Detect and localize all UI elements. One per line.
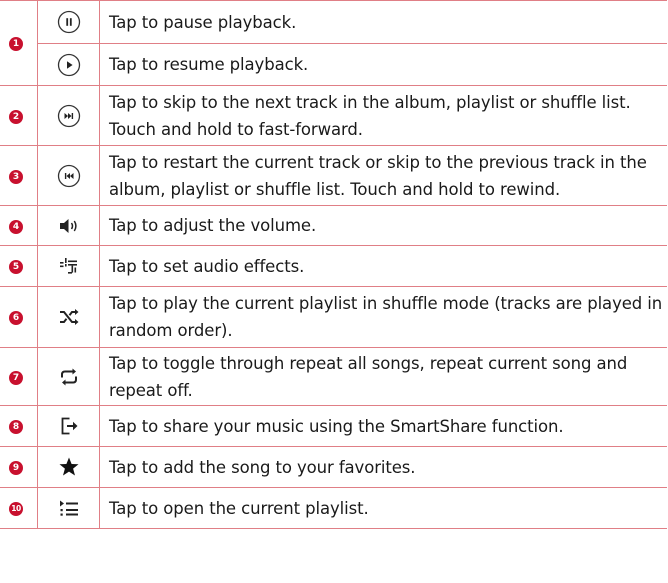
number-badge: 6 [9, 311, 23, 325]
row-number-cell: 8 [0, 405, 38, 447]
icon-cell [37, 145, 100, 206]
row-number-cell: 5 [0, 245, 38, 287]
description-cell: Tap to toggle through repeat all songs, … [99, 347, 667, 406]
description-cell: Tap to share your music using the SmartS… [99, 405, 667, 447]
row-number-cell: 1 [0, 0, 38, 86]
number-badge: 9 [9, 461, 23, 475]
number-badge: 4 [9, 219, 23, 234]
shuffle-icon [57, 305, 81, 329]
table-row: 10 Tap to open the current playlist. [0, 487, 667, 529]
table-row: Tap to resume playback. [0, 43, 667, 86]
icon-cell [37, 286, 100, 348]
number-badge: 7 [9, 370, 23, 385]
play-circle-icon [57, 53, 81, 77]
controls-table: 1 Tap to pause playback. Tap to resume p… [0, 0, 667, 529]
icon-cell [37, 446, 100, 488]
repeat-icon [57, 365, 81, 389]
table-row: 1 Tap to pause playback. [0, 0, 667, 86]
icon-cell [37, 487, 100, 529]
description-cell: Tap to add the song to your favorites. [99, 446, 667, 488]
number-badge: 2 [9, 109, 23, 124]
table-row: 7 Tap to toggle through repeat all songs… [0, 347, 667, 406]
skip-previous-circle-icon [57, 164, 81, 188]
playlist-icon [57, 496, 81, 520]
skip-next-circle-icon [57, 104, 81, 128]
row-number-cell: 3 [0, 145, 38, 206]
row-number-cell: 9 [0, 446, 38, 488]
star-icon [57, 455, 81, 479]
row-number-cell: 4 [0, 205, 38, 246]
icon-cell [37, 43, 100, 86]
row-number-cell: 2 [0, 85, 38, 146]
pause-circle-icon [57, 10, 81, 34]
description-cell: Tap to adjust the volume. [99, 205, 667, 246]
table-row: 9 Tap to add the song to your favorites. [0, 446, 667, 488]
row-number-cell: 6 [0, 286, 38, 348]
icon-cell [37, 245, 100, 287]
audio-effects-icon [57, 254, 81, 278]
description-cell: Tap to play the current playlist in shuf… [99, 286, 667, 348]
description-cell: Tap to resume playback. [99, 43, 667, 86]
description-cell: Tap to restart the current track or skip… [99, 145, 667, 206]
share-icon [57, 414, 81, 438]
icon-cell [37, 405, 100, 447]
table-row: 5 Tap to set audio effects. [0, 245, 667, 287]
number-badge: 10 [9, 502, 23, 516]
row-number-cell: 10 [0, 487, 38, 529]
volume-icon [57, 214, 81, 238]
description-cell: Tap to pause playback. [99, 0, 667, 44]
description-cell: Tap to set audio effects. [99, 245, 667, 287]
icon-cell [37, 347, 100, 406]
table-row: 8 Tap to share your music using the Smar… [0, 405, 667, 447]
number-badge: 1 [9, 37, 23, 51]
table-row: 4 Tap to adjust the volume. [0, 205, 667, 246]
icon-cell [37, 85, 100, 146]
number-badge: 8 [9, 420, 23, 434]
icon-cell [37, 205, 100, 246]
table-row: 3 Tap to restart the current track or sk… [0, 145, 667, 206]
number-badge: 3 [9, 169, 23, 184]
number-badge: 5 [9, 260, 23, 274]
description-cell: Tap to skip to the next track in the alb… [99, 85, 667, 146]
icon-cell [37, 0, 100, 44]
table-row: 2 Tap to skip to the next track in the a… [0, 85, 667, 146]
description-cell: Tap to open the current playlist. [99, 487, 667, 529]
row-number-cell: 7 [0, 347, 38, 406]
table-row: 6 Tap to play the current playlist in sh… [0, 286, 667, 348]
